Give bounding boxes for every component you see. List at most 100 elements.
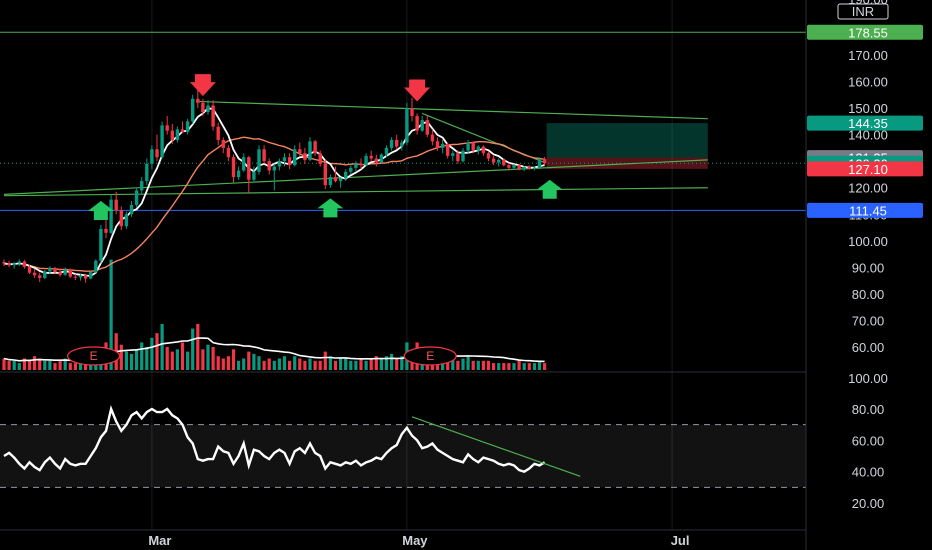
volume-bar [486, 360, 491, 370]
volume-bar [124, 351, 128, 370]
volume-bar [303, 360, 307, 370]
stock-chart[interactable]: EE 60.0070.0080.0090.00100.00110.00120.0… [0, 0, 932, 550]
candle [369, 155, 373, 159]
volume-bar [466, 356, 470, 370]
candle [226, 147, 231, 158]
candle [517, 165, 521, 170]
candle [507, 165, 511, 168]
volume-bar [58, 360, 62, 370]
volume-bar [318, 360, 322, 370]
candle [425, 120, 429, 135]
volume-bar [354, 360, 358, 370]
volume-bar [257, 356, 261, 370]
candle [150, 149, 154, 164]
candle [537, 159, 542, 168]
rsi-tick-label: 60.00 [852, 433, 885, 448]
volume-bar [543, 363, 547, 370]
volume-bar [252, 353, 256, 370]
volume-bar [135, 349, 139, 370]
volume-bar [522, 363, 526, 370]
candle [502, 159, 506, 166]
volume-bar [7, 360, 11, 370]
price-tick-label: 120.00 [848, 181, 888, 196]
candle [456, 153, 460, 162]
volume-bar [48, 360, 52, 370]
candle [395, 139, 399, 147]
candle [247, 157, 251, 180]
rsi-tick-label: 80.00 [852, 402, 885, 417]
volume-bar [313, 360, 317, 370]
volume-bar [308, 358, 312, 370]
candle [389, 139, 394, 148]
candle [89, 272, 93, 279]
candle [527, 167, 531, 169]
volume-bar [155, 333, 159, 370]
candle [374, 158, 378, 163]
candle [359, 163, 363, 166]
volume-bar [344, 358, 348, 370]
candle [497, 159, 501, 163]
candle [420, 120, 424, 131]
candle [466, 142, 470, 151]
volume-bar [237, 360, 241, 370]
candle [140, 181, 144, 191]
candle [379, 154, 384, 163]
volume-bar [129, 353, 134, 370]
volume-bar [180, 342, 185, 370]
volume-bar [231, 349, 236, 370]
volume-bar [517, 360, 521, 370]
price-tick-label: 150.00 [848, 101, 888, 116]
volume-bar [201, 349, 205, 370]
volume-bar [390, 353, 394, 370]
price-tick-label: 80.00 [852, 287, 885, 302]
price-tick-label: 160.00 [848, 75, 888, 90]
candle [180, 129, 185, 132]
candle [99, 228, 103, 261]
volume-bar [53, 363, 57, 370]
candle [211, 105, 215, 127]
candle [216, 126, 220, 140]
earnings-marker-label: E [426, 349, 434, 363]
volume-bar [537, 360, 542, 370]
candle [354, 163, 358, 168]
candle [78, 275, 83, 278]
candle [430, 134, 435, 142]
volume-bar [262, 360, 266, 370]
volume-bar [339, 358, 343, 370]
candle [512, 165, 516, 168]
candle [400, 142, 404, 147]
volume-bar [492, 363, 496, 370]
candle [134, 190, 139, 205]
candle [344, 171, 348, 179]
volume-bar [27, 360, 32, 370]
candle [2, 262, 6, 264]
volume-bar [206, 344, 210, 370]
volume-bar [277, 358, 281, 370]
volume-bar [293, 356, 297, 370]
candle [303, 153, 307, 160]
candle [262, 149, 266, 162]
candle [109, 199, 113, 233]
candle [384, 147, 389, 155]
volume-bar [461, 358, 465, 370]
rsi-tick-label: 20.00 [852, 496, 885, 511]
candle [27, 266, 32, 273]
candle [415, 116, 419, 131]
price-tick-label: 170.00 [848, 48, 888, 63]
candle [73, 276, 78, 278]
volume-bar [527, 363, 531, 370]
price-tick-label: 90.00 [852, 260, 885, 275]
candle [236, 170, 241, 178]
price-tick-label: 100.00 [848, 234, 888, 249]
candle [58, 272, 62, 275]
volume-bar [160, 324, 164, 370]
volume-bar [481, 360, 485, 370]
volume-bar [272, 360, 276, 370]
candle [338, 178, 343, 182]
candle [175, 129, 180, 140]
candle [160, 125, 164, 158]
candle [277, 161, 282, 167]
volume-bar [476, 360, 480, 370]
currency-label: INR [852, 4, 874, 19]
volume-bar [221, 358, 225, 370]
